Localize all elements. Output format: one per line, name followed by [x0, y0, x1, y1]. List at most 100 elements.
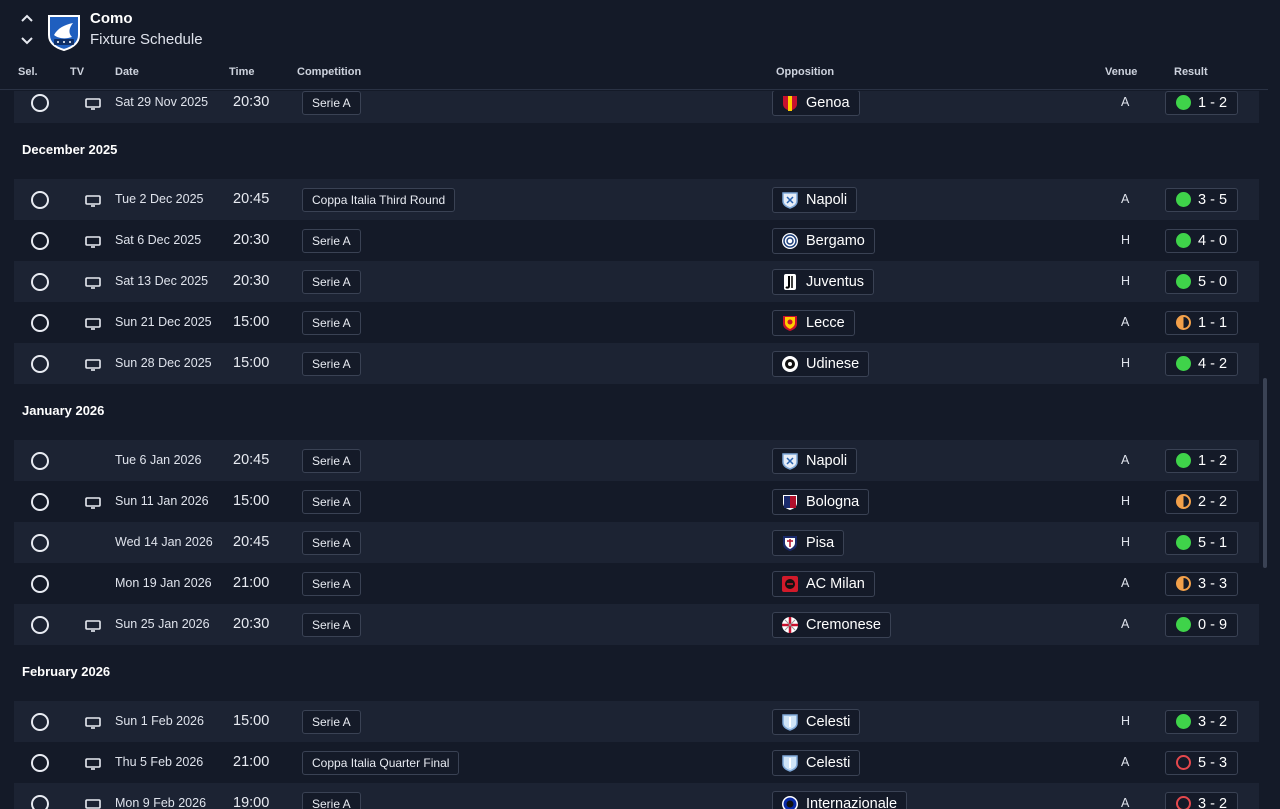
fixture-row[interactable]: Sat 13 Dec 2025 20:30 Serie A Juventus H 5 - …: [14, 261, 1259, 302]
competition-chip[interactable]: Coppa Italia Third Round: [302, 187, 456, 212]
competition-chip[interactable]: Serie A: [302, 310, 361, 335]
select-radio[interactable]: [31, 272, 49, 291]
result-win-icon: [1176, 274, 1191, 289]
competition-chip[interactable]: Serie A: [302, 448, 361, 473]
fixture-row[interactable]: Tue 2 Dec 2025 20:45 Coppa Italia Third Ro…: [14, 179, 1259, 220]
opponent-chip[interactable]: Bergamo: [772, 227, 875, 254]
competition-chip[interactable]: Serie A: [302, 709, 361, 734]
opponent-chip[interactable]: Genoa: [772, 91, 860, 116]
competition-chip[interactable]: Serie A: [302, 269, 361, 294]
opponent-chip[interactable]: Internazionale: [772, 790, 908, 809]
col-header-date[interactable]: Date: [115, 66, 139, 78]
select-radio[interactable]: [31, 533, 49, 552]
fixture-row[interactable]: Sun 1 Feb 2026 15:00 Serie A Celesti H 3 - 2: [14, 701, 1259, 742]
select-radio[interactable]: [31, 354, 49, 373]
competition-chip[interactable]: Serie A: [302, 228, 361, 253]
result-chip[interactable]: 3 - 5: [1165, 187, 1238, 212]
month-header: December 2025: [14, 123, 1259, 179]
opponent-chip[interactable]: Napoli: [772, 186, 858, 213]
select-radio[interactable]: [31, 492, 49, 511]
club-name[interactable]: Como: [90, 10, 133, 27]
fixture-row[interactable]: Sun 28 Dec 2025 15:00 Serie A Udinese H 4 - 2: [14, 343, 1259, 384]
select-radio[interactable]: [31, 231, 49, 250]
col-header-sel[interactable]: Sel.: [18, 66, 38, 78]
col-header-tv[interactable]: TV: [70, 66, 84, 78]
competition-chip[interactable]: Serie A: [302, 571, 361, 596]
competition-chip[interactable]: Serie A: [302, 791, 361, 809]
result-chip[interactable]: 4 - 2: [1165, 351, 1238, 376]
chevron-up-icon[interactable]: [20, 12, 34, 26]
select-radio[interactable]: [31, 794, 49, 809]
select-radio[interactable]: [31, 93, 49, 112]
opponent-chip[interactable]: Lecce: [772, 309, 855, 336]
col-header-opposition[interactable]: Opposition: [776, 66, 834, 78]
competition-chip[interactable]: Serie A: [302, 530, 361, 555]
fixture-row[interactable]: Sat 29 Nov 2025 20:30 Serie A Genoa A 1 - 2: [14, 91, 1259, 123]
col-header-result[interactable]: Result: [1174, 66, 1208, 78]
result-chip[interactable]: 5 - 3: [1165, 750, 1238, 775]
competition-chip[interactable]: Serie A: [302, 612, 361, 637]
fixture-row[interactable]: Mon 19 Jan 2026 21:00 Serie A AC Milan A 3 - …: [14, 563, 1259, 604]
col-header-venue[interactable]: Venue: [1105, 66, 1137, 78]
competition-chip[interactable]: Serie A: [302, 489, 361, 514]
fixture-row[interactable]: Wed 14 Jan 2026 20:45 Serie A Pisa H 5 - 1: [14, 522, 1259, 563]
genoa-badge-icon: [781, 94, 799, 112]
fixture-list[interactable]: Sat 29 Nov 2025 20:30 Serie A Genoa A 1 - 2 De…: [14, 91, 1259, 809]
napoli-badge-icon: [781, 191, 799, 209]
result-chip[interactable]: 1 - 2: [1165, 448, 1238, 473]
result-chip[interactable]: 3 - 3: [1165, 571, 1238, 596]
venue: H: [1121, 355, 1131, 370]
opponent-chip[interactable]: Cremonese: [772, 611, 891, 638]
tv-icon: [85, 97, 101, 110]
result-chip[interactable]: 2 - 2: [1165, 489, 1238, 514]
select-radio[interactable]: [31, 615, 49, 634]
fixture-row[interactable]: Sat 6 Dec 2025 20:30 Serie A Bergamo H 4 - 0: [14, 220, 1259, 261]
select-radio[interactable]: [31, 574, 49, 593]
select-radio[interactable]: [31, 712, 49, 731]
fixture-row[interactable]: Thu 5 Feb 2026 21:00 Coppa Italia Quarter …: [14, 742, 1259, 783]
tv-icon: [85, 358, 101, 371]
col-header-competition[interactable]: Competition: [297, 66, 361, 78]
fixture-row[interactable]: Sun 21 Dec 2025 15:00 Serie A Lecce A 1 - 1: [14, 302, 1259, 343]
opponent-chip[interactable]: Udinese: [772, 350, 870, 377]
select-radio[interactable]: [31, 753, 49, 772]
chevron-down-icon[interactable]: [20, 33, 34, 47]
napoli-badge-icon: [781, 452, 799, 470]
select-radio[interactable]: [31, 313, 49, 332]
result-chip[interactable]: 4 - 0: [1165, 228, 1238, 253]
opponent-chip[interactable]: Celesti: [772, 749, 861, 776]
fixture-time: 20:45: [233, 190, 270, 207]
fixture-row[interactable]: Sun 11 Jan 2026 15:00 Serie A Bologna H 2 - 2: [14, 481, 1259, 522]
result-chip[interactable]: 3 - 2: [1165, 791, 1238, 809]
opponent-name: Genoa: [806, 94, 850, 111]
col-header-time[interactable]: Time: [229, 66, 254, 78]
opponent-name: Udinese: [806, 355, 860, 372]
fixture-row[interactable]: Tue 6 Jan 2026 20:45 Serie A Napoli A 1 - 2: [14, 440, 1259, 481]
fixture-time: 20:30: [233, 93, 270, 110]
result-win-icon: [1176, 617, 1191, 632]
opponent-chip[interactable]: Bologna: [772, 488, 870, 515]
opponent-chip[interactable]: AC Milan: [772, 570, 875, 597]
opponent-chip[interactable]: Napoli: [772, 447, 858, 474]
result-chip[interactable]: 5 - 1: [1165, 530, 1238, 555]
scrollbar[interactable]: [1263, 378, 1267, 568]
result-chip[interactable]: 3 - 2: [1165, 709, 1238, 734]
venue: A: [1121, 94, 1130, 109]
competition-chip[interactable]: Coppa Italia Quarter Final: [302, 750, 460, 775]
result-chip[interactable]: 1 - 1: [1165, 310, 1238, 335]
result-chip[interactable]: 1 - 2: [1165, 91, 1238, 115]
opponent-chip[interactable]: Pisa: [772, 529, 845, 556]
opponent-name: Celesti: [806, 754, 851, 771]
fixture-time: 19:00: [233, 794, 270, 809]
result-chip[interactable]: 5 - 0: [1165, 269, 1238, 294]
opponent-chip[interactable]: Celesti: [772, 708, 861, 735]
select-radio[interactable]: [31, 190, 49, 209]
result-draw-icon: [1176, 494, 1191, 509]
select-radio[interactable]: [31, 451, 49, 470]
competition-chip[interactable]: Serie A: [302, 91, 361, 115]
opponent-chip[interactable]: Juventus: [772, 268, 875, 295]
fixture-row[interactable]: Sun 25 Jan 2026 20:30 Serie A Cremonese A 0 -…: [14, 604, 1259, 645]
competition-chip[interactable]: Serie A: [302, 351, 361, 376]
fixture-row[interactable]: Mon 9 Feb 2026 19:00 Serie A Internazionale…: [14, 783, 1259, 809]
result-chip[interactable]: 0 - 9: [1165, 612, 1238, 637]
